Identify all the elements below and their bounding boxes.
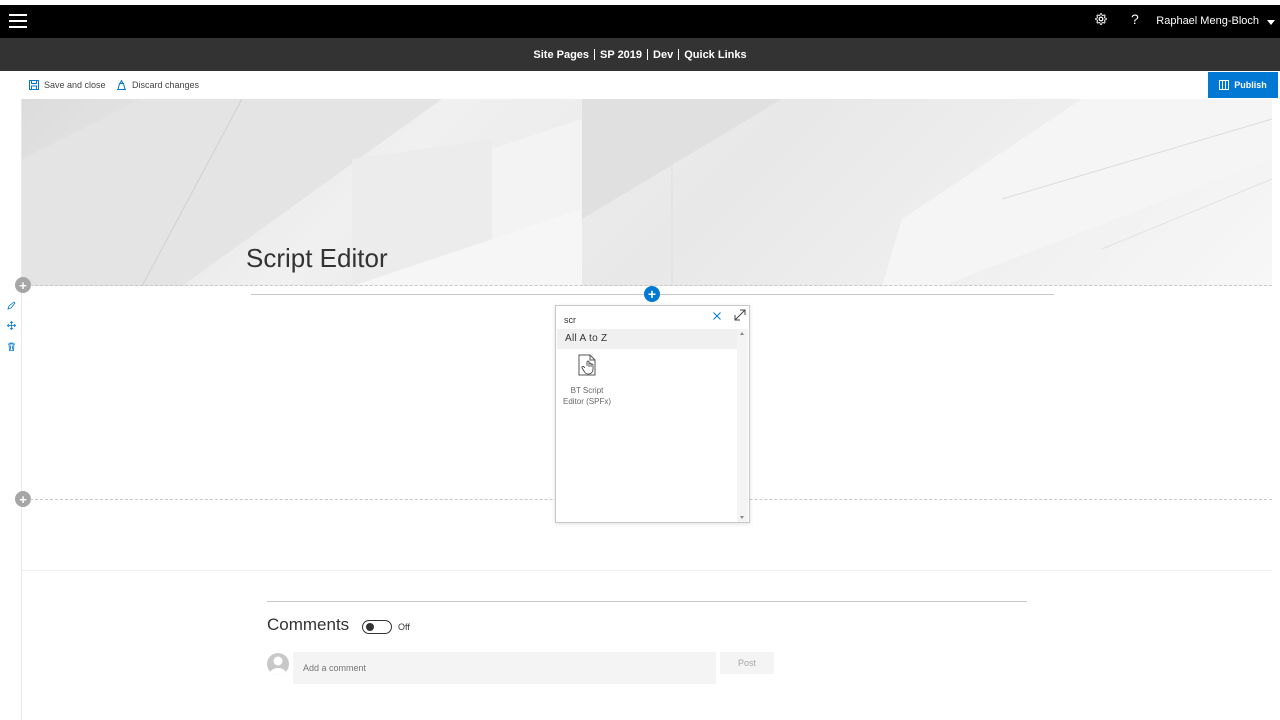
toolbox-item-bt-script-editor[interactable]: BT Script Editor (SPFx) [558, 354, 616, 414]
app-launcher-icon[interactable] [9, 14, 27, 28]
toolbox-item-label: BT Script Editor (SPFx) [562, 386, 611, 406]
toolbox-section-header: All A to Z [557, 329, 738, 349]
title-region[interactable]: Script Editor [22, 99, 1272, 286]
edit-section-icon[interactable] [7, 301, 16, 310]
canvas-right-edge [1272, 99, 1280, 720]
toolbox-scrollbar[interactable] [737, 329, 748, 522]
comments-heading: Comments [267, 615, 350, 634]
discard-changes-button[interactable]: Discard changes [116, 80, 199, 90]
scroll-up-icon[interactable] [740, 332, 744, 335]
hub-nav: Site Pages SP 2019 Dev Quick Links [0, 38, 1280, 71]
command-bar: Save and close Discard changes Publish [0, 71, 1280, 99]
suite-bar: ? Raphael Meng-Bloch [0, 0, 1280, 38]
nav-link-site-pages[interactable]: Site Pages [528, 49, 594, 61]
nav-link-sp2019[interactable]: SP 2019 [595, 49, 647, 61]
add-section-button[interactable]: + [15, 277, 31, 293]
add-section-button[interactable]: + [15, 491, 31, 507]
discard-icon [117, 80, 126, 90]
section-toolbar [0, 99, 22, 720]
publish-icon [1219, 80, 1230, 90]
close-icon[interactable] [712, 311, 722, 321]
help-icon[interactable]: ? [1131, 11, 1139, 27]
publish-label: Publish [1234, 80, 1267, 90]
add-webpart-button[interactable]: + [644, 286, 660, 302]
document-icon [578, 354, 596, 376]
publish-button[interactable]: Publish [1208, 72, 1278, 98]
gear-icon[interactable] [1094, 12, 1108, 29]
delete-section-icon[interactable] [7, 342, 16, 351]
post-comment-button[interactable]: Post [720, 652, 774, 674]
page-title[interactable]: Script Editor [246, 243, 388, 274]
comments-toggle[interactable] [362, 620, 392, 634]
banner-image [22, 99, 1272, 286]
chevron-down-icon[interactable] [1267, 20, 1275, 25]
avatar [267, 653, 289, 675]
add-comment-input[interactable] [293, 652, 716, 684]
save-and-close-button[interactable]: Save and close [29, 80, 106, 90]
canvas-separator [22, 570, 1272, 571]
user-name[interactable]: Raphael Meng-Bloch [1156, 15, 1259, 27]
discard-changes-label: Discard changes [132, 80, 200, 90]
toolbox-search-input[interactable] [564, 312, 704, 328]
comments-toggle-label: Off [398, 622, 410, 632]
comments-divider [267, 601, 1027, 602]
webpart-toolbox: All A to Z BT Script Editor (SPFx) [555, 305, 750, 523]
nav-link-dev[interactable]: Dev [648, 49, 678, 61]
save-icon [29, 80, 39, 90]
save-and-close-label: Save and close [44, 80, 106, 90]
expand-icon[interactable] [734, 309, 746, 321]
scroll-down-icon[interactable] [740, 516, 744, 519]
nav-link-quick-links[interactable]: Quick Links [679, 49, 751, 61]
move-section-icon[interactable] [7, 321, 16, 330]
